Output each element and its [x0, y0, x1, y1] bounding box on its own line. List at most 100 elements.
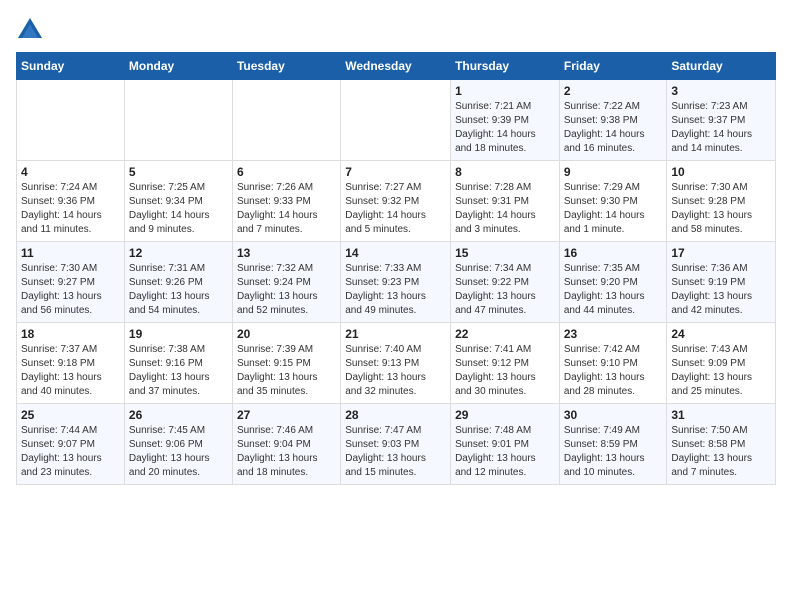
day-number: 3	[671, 84, 771, 98]
day-number: 20	[237, 327, 336, 341]
calendar-cell: 18 Sunrise: 7:37 AM Sunset: 9:18 PM Dayli…	[17, 323, 125, 404]
calendar-cell: 1Sunrise: 7:21 AM Sunset: 9:39 PM Daylig…	[451, 80, 560, 161]
day-info: Sunrise: 7:46 AM Sunset: 9:04 PM Dayligh…	[237, 424, 336, 480]
calendar-cell: 19Sunrise: 7:38 AM Sunset: 9:16 PM Dayli…	[124, 323, 232, 404]
day-info: Sunrise: 7:38 AM Sunset: 9:16 PM Dayligh…	[129, 343, 228, 399]
day-info: Sunrise: 7:24 AM Sunset: 9:36 PM Dayligh…	[21, 181, 120, 237]
week-row-5: 25 Sunrise: 7:44 AM Sunset: 9:07 PM Dayli…	[17, 404, 776, 485]
day-header-thursday: Thursday	[451, 53, 560, 80]
day-info: Sunrise: 7:26 AM Sunset: 9:33 PM Dayligh…	[237, 181, 336, 237]
day-info: Sunrise: 7:42 AM Sunset: 9:10 PM Dayligh…	[564, 343, 663, 399]
day-number: 17	[671, 246, 771, 260]
day-number: 2	[564, 84, 663, 98]
day-header-monday: Monday	[124, 53, 232, 80]
calendar-cell: 7 Sunrise: 7:27 AM Sunset: 9:32 PM Daylig…	[341, 161, 451, 242]
calendar-cell: 23 Sunrise: 7:42 AM Sunset: 9:10 PM Dayli…	[559, 323, 667, 404]
day-number: 16	[564, 246, 663, 260]
day-info: Sunrise: 7:33 AM Sunset: 9:23 PM Dayligh…	[345, 262, 446, 318]
calendar-cell: 25 Sunrise: 7:44 AM Sunset: 9:07 PM Dayli…	[17, 404, 125, 485]
day-number: 22	[455, 327, 555, 341]
day-info: Sunrise: 7:30 AM Sunset: 9:28 PM Dayligh…	[671, 181, 771, 237]
day-info: Sunrise: 7:25 AM Sunset: 9:34 PM Dayligh…	[129, 181, 228, 237]
calendar-cell: 2Sunrise: 7:22 AM Sunset: 9:38 PM Daylig…	[559, 80, 667, 161]
day-info: Sunrise: 7:40 AM Sunset: 9:13 PM Dayligh…	[345, 343, 446, 399]
day-info: Sunrise: 7:27 AM Sunset: 9:32 PM Dayligh…	[345, 181, 446, 237]
day-number: 11	[21, 246, 120, 260]
day-number: 23	[564, 327, 663, 341]
calendar-cell	[124, 80, 232, 161]
day-number: 29	[455, 408, 555, 422]
day-info: Sunrise: 7:28 AM Sunset: 9:31 PM Dayligh…	[455, 181, 555, 237]
week-row-2: 4 Sunrise: 7:24 AM Sunset: 9:36 PM Daylig…	[17, 161, 776, 242]
week-row-3: 11 Sunrise: 7:30 AM Sunset: 9:27 PM Dayli…	[17, 242, 776, 323]
calendar-cell: 4 Sunrise: 7:24 AM Sunset: 9:36 PM Daylig…	[17, 161, 125, 242]
day-number: 13	[237, 246, 336, 260]
day-header-saturday: Saturday	[667, 53, 776, 80]
day-info: Sunrise: 7:43 AM Sunset: 9:09 PM Dayligh…	[671, 343, 771, 399]
calendar-cell	[232, 80, 340, 161]
calendar-table: SundayMondayTuesdayWednesdayThursdayFrid…	[16, 52, 776, 485]
calendar-cell: 13Sunrise: 7:32 AM Sunset: 9:24 PM Dayli…	[232, 242, 340, 323]
day-info: Sunrise: 7:21 AM Sunset: 9:39 PM Dayligh…	[455, 100, 555, 156]
day-info: Sunrise: 7:23 AM Sunset: 9:37 PM Dayligh…	[671, 100, 771, 156]
calendar-cell: 20 Sunrise: 7:39 AM Sunset: 9:15 PM Dayli…	[232, 323, 340, 404]
day-info: Sunrise: 7:45 AM Sunset: 9:06 PM Dayligh…	[129, 424, 228, 480]
day-number: 30	[564, 408, 663, 422]
calendar-cell: 9 Sunrise: 7:29 AM Sunset: 9:30 PM Daylig…	[559, 161, 667, 242]
calendar-cell: 28 Sunrise: 7:47 AM Sunset: 9:03 PM Dayli…	[341, 404, 451, 485]
day-number: 25	[21, 408, 120, 422]
day-number: 12	[129, 246, 228, 260]
day-number: 7	[345, 165, 446, 179]
calendar-cell: 8 Sunrise: 7:28 AM Sunset: 9:31 PM Daylig…	[451, 161, 560, 242]
day-number: 27	[237, 408, 336, 422]
calendar-cell	[17, 80, 125, 161]
calendar-cell: 10 Sunrise: 7:30 AM Sunset: 9:28 PM Dayli…	[667, 161, 776, 242]
day-header-wednesday: Wednesday	[341, 53, 451, 80]
calendar-cell	[341, 80, 451, 161]
calendar-cell: 3 Sunrise: 7:23 AM Sunset: 9:37 PM Daylig…	[667, 80, 776, 161]
day-info: Sunrise: 7:29 AM Sunset: 9:30 PM Dayligh…	[564, 181, 663, 237]
day-info: Sunrise: 7:48 AM Sunset: 9:01 PM Dayligh…	[455, 424, 555, 480]
calendar-cell: 15 Sunrise: 7:34 AM Sunset: 9:22 PM Dayli…	[451, 242, 560, 323]
day-number: 10	[671, 165, 771, 179]
day-info: Sunrise: 7:30 AM Sunset: 9:27 PM Dayligh…	[21, 262, 120, 318]
logo	[16, 16, 48, 44]
day-info: Sunrise: 7:34 AM Sunset: 9:22 PM Dayligh…	[455, 262, 555, 318]
day-number: 5	[129, 165, 228, 179]
day-number: 15	[455, 246, 555, 260]
calendar-cell: 24 Sunrise: 7:43 AM Sunset: 9:09 PM Dayli…	[667, 323, 776, 404]
day-header-sunday: Sunday	[17, 53, 125, 80]
day-info: Sunrise: 7:37 AM Sunset: 9:18 PM Dayligh…	[21, 343, 120, 399]
day-info: Sunrise: 7:41 AM Sunset: 9:12 PM Dayligh…	[455, 343, 555, 399]
day-info: Sunrise: 7:50 AM Sunset: 8:58 PM Dayligh…	[671, 424, 771, 480]
calendar-cell: 31 Sunrise: 7:50 AM Sunset: 8:58 PM Dayli…	[667, 404, 776, 485]
calendar-cell: 5 Sunrise: 7:25 AM Sunset: 9:34 PM Daylig…	[124, 161, 232, 242]
day-info: Sunrise: 7:36 AM Sunset: 9:19 PM Dayligh…	[671, 262, 771, 318]
day-number: 28	[345, 408, 446, 422]
calendar-cell: 17 Sunrise: 7:36 AM Sunset: 9:19 PM Dayli…	[667, 242, 776, 323]
day-number: 31	[671, 408, 771, 422]
calendar-cell: 12 Sunrise: 7:31 AM Sunset: 9:26 PM Dayli…	[124, 242, 232, 323]
day-header-tuesday: Tuesday	[232, 53, 340, 80]
calendar-cell: 6 Sunrise: 7:26 AM Sunset: 9:33 PM Daylig…	[232, 161, 340, 242]
day-number: 9	[564, 165, 663, 179]
day-number: 8	[455, 165, 555, 179]
day-number: 18	[21, 327, 120, 341]
calendar-header-row: SundayMondayTuesdayWednesdayThursdayFrid…	[17, 53, 776, 80]
day-info: Sunrise: 7:39 AM Sunset: 9:15 PM Dayligh…	[237, 343, 336, 399]
day-number: 4	[21, 165, 120, 179]
day-number: 24	[671, 327, 771, 341]
day-number: 6	[237, 165, 336, 179]
calendar-cell: 14Sunrise: 7:33 AM Sunset: 9:23 PM Dayli…	[341, 242, 451, 323]
day-info: Sunrise: 7:31 AM Sunset: 9:26 PM Dayligh…	[129, 262, 228, 318]
day-number: 26	[129, 408, 228, 422]
day-info: Sunrise: 7:47 AM Sunset: 9:03 PM Dayligh…	[345, 424, 446, 480]
day-header-friday: Friday	[559, 53, 667, 80]
page-header	[16, 16, 776, 44]
day-info: Sunrise: 7:35 AM Sunset: 9:20 PM Dayligh…	[564, 262, 663, 318]
day-info: Sunrise: 7:49 AM Sunset: 8:59 PM Dayligh…	[564, 424, 663, 480]
day-info: Sunrise: 7:44 AM Sunset: 9:07 PM Dayligh…	[21, 424, 120, 480]
calendar-cell: 21 Sunrise: 7:40 AM Sunset: 9:13 PM Dayli…	[341, 323, 451, 404]
week-row-1: 1Sunrise: 7:21 AM Sunset: 9:39 PM Daylig…	[17, 80, 776, 161]
day-number: 21	[345, 327, 446, 341]
